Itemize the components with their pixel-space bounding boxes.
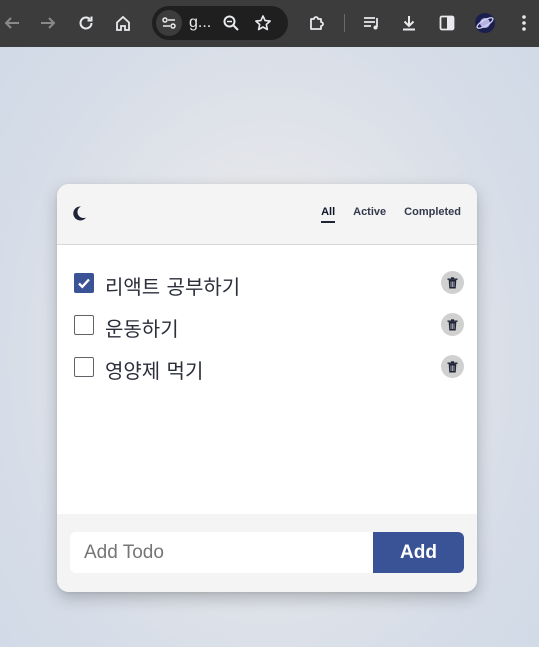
home-icon[interactable]	[111, 11, 135, 35]
trash-icon	[447, 276, 458, 288]
forward-icon[interactable]	[36, 11, 60, 35]
media-queue-icon[interactable]	[360, 11, 384, 35]
add-button[interactable]: Add	[373, 532, 464, 573]
trash-icon	[447, 360, 458, 372]
url-text[interactable]: g...	[189, 14, 211, 32]
todo-item: 영양제 먹기	[57, 348, 477, 390]
todo-text: 리액트 공부하기	[105, 275, 241, 299]
profile-icon[interactable]	[473, 11, 497, 35]
filter-tabs: All Active Completed	[303, 206, 461, 223]
todo-checkbox[interactable]	[74, 357, 94, 377]
todo-text: 운동하기	[105, 317, 179, 341]
add-todo-form: Add	[57, 514, 477, 592]
check-icon	[78, 278, 90, 289]
extensions-icon[interactable]	[305, 11, 329, 35]
back-icon[interactable]	[0, 11, 24, 35]
todo-item: 리액트 공부하기	[57, 264, 477, 306]
filter-all[interactable]: All	[321, 206, 336, 223]
delete-button[interactable]	[441, 355, 464, 378]
todo-text: 영양제 먹기	[105, 359, 204, 383]
filter-completed[interactable]: Completed	[404, 206, 461, 223]
toolbar-separator	[344, 14, 345, 32]
trash-icon	[447, 318, 458, 330]
side-panel-icon[interactable]	[435, 11, 459, 35]
add-todo-input[interactable]	[70, 532, 373, 573]
todo-header: All Active Completed	[57, 184, 477, 245]
todo-checkbox[interactable]	[74, 315, 94, 335]
todo-item: 운동하기	[57, 306, 477, 348]
download-icon[interactable]	[397, 11, 421, 35]
moon-icon[interactable]	[69, 203, 89, 223]
browser-toolbar: g...	[0, 0, 539, 47]
menu-icon[interactable]	[512, 11, 536, 35]
delete-button[interactable]	[441, 271, 464, 294]
todo-card: All Active Completed 리액트 공부하기 운동하기 영양제 먹…	[57, 184, 477, 592]
site-info-icon[interactable]	[156, 10, 182, 36]
bookmark-star-icon[interactable]	[251, 11, 275, 35]
address-bar[interactable]: g...	[152, 6, 288, 40]
filter-active[interactable]: Active	[353, 206, 386, 223]
reload-icon[interactable]	[74, 11, 98, 35]
todo-checkbox[interactable]	[74, 273, 94, 293]
zoom-icon[interactable]	[219, 11, 243, 35]
todo-list: 리액트 공부하기 운동하기 영양제 먹기	[57, 264, 477, 390]
delete-button[interactable]	[441, 313, 464, 336]
